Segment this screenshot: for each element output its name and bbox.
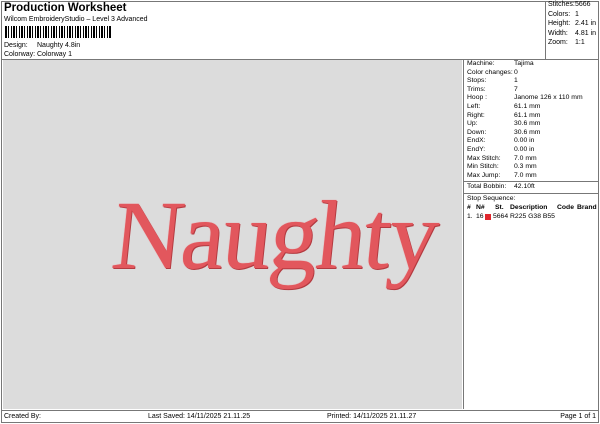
row-description: R225 G38 B55 bbox=[510, 212, 555, 220]
detail-row: Left: 61.1 mm bbox=[464, 103, 599, 112]
detail-row: Max Stitch: 7.0 mm bbox=[464, 155, 599, 164]
detail-label: Max Stitch: bbox=[467, 154, 501, 162]
detail-row: Up: 30.6 mm bbox=[464, 120, 599, 129]
detail-label: Stops: bbox=[467, 77, 487, 85]
stat-value: 5666 bbox=[575, 1, 591, 8]
embroidery-design-text: Naughty bbox=[107, 182, 443, 290]
barcode bbox=[5, 26, 111, 38]
design-preview: Naughty bbox=[3, 60, 462, 409]
stat-label: Stitches: bbox=[548, 1, 575, 8]
row-stitches: 5664 bbox=[493, 212, 509, 220]
detail-value: 7 bbox=[514, 85, 518, 93]
col-needle: N# bbox=[476, 203, 485, 211]
stat-label: Width: bbox=[548, 29, 568, 37]
stop-sequence-row: 1. 16 5664 R225 G38 B55 bbox=[464, 213, 599, 222]
detail-row: EndY: 0.00 in bbox=[464, 146, 599, 155]
detail-label: Total Bobbin: bbox=[467, 183, 507, 191]
detail-label: Machine: bbox=[467, 60, 495, 67]
detail-label: EndX: bbox=[467, 137, 486, 145]
page-number: Page 1 of 1 bbox=[560, 413, 596, 420]
detail-value: 0.00 in bbox=[514, 145, 535, 153]
detail-label: Color changes: bbox=[467, 68, 513, 76]
design-value: Naughty 4.8in bbox=[37, 42, 81, 49]
color-swatch bbox=[485, 213, 491, 220]
detail-value: 42.10ft bbox=[514, 183, 535, 191]
detail-value: Tajima bbox=[514, 60, 534, 67]
row-needle: 16 bbox=[476, 212, 484, 220]
stat-row: Width: 4.81 in bbox=[546, 30, 599, 40]
detail-row: EndX: 0.00 in bbox=[464, 137, 599, 146]
created-by: Created By: bbox=[4, 413, 41, 420]
stat-row: Stitches: 5666 bbox=[546, 1, 599, 11]
detail-value: 30.6 mm bbox=[514, 120, 541, 128]
detail-row: Min Stitch: 0.3 mm bbox=[464, 163, 599, 172]
detail-row: Down: 30.6 mm bbox=[464, 129, 599, 138]
design-field: Design: Naughty 4.8in bbox=[4, 42, 80, 49]
stop-sequence-header: # N# St. Description Code Brand bbox=[464, 204, 599, 213]
last-saved: Last Saved: 14/11/2025 21.11.25 bbox=[148, 413, 251, 420]
detail-value: 1 bbox=[514, 77, 518, 85]
detail-value: 61.1 mm bbox=[514, 102, 541, 110]
software-name: Wilcom EmbroideryStudio – Level 3 Advanc… bbox=[4, 16, 148, 23]
footer: Created By: Last Saved: 14/11/2025 21.11… bbox=[1, 410, 599, 423]
detail-label: Trims: bbox=[467, 85, 486, 93]
stats-box: Stitches: 5666 Colors: 1 Height: 2.41 in Wi… bbox=[545, 1, 599, 59]
stat-row: Height: 2.41 in bbox=[546, 20, 599, 30]
detail-label: Min Stitch: bbox=[467, 163, 499, 171]
detail-row: Right: 61.1 mm bbox=[464, 112, 599, 121]
details-panel: Machine: Tajima Color changes: 0 Stops: 1 Trim… bbox=[463, 60, 599, 409]
row-index: 1. bbox=[467, 212, 473, 220]
detail-value: 30.6 mm bbox=[514, 128, 541, 136]
detail-value: 0.00 in bbox=[514, 137, 535, 145]
stat-value: 1:1 bbox=[575, 39, 585, 46]
detail-row: Hoop : Janome 126 x 110 mm bbox=[464, 94, 599, 103]
detail-row: Max Jump: 7.0 mm bbox=[464, 172, 599, 181]
col-code: Code bbox=[557, 203, 574, 211]
detail-value: 0.3 mm bbox=[514, 163, 537, 171]
colorway-label: Colorway: bbox=[4, 51, 36, 58]
col-description: Description bbox=[510, 203, 548, 211]
page-title: Production Worksheet bbox=[4, 2, 127, 14]
detail-row: Color changes: 0 bbox=[464, 69, 599, 78]
col-stitches: St. bbox=[495, 203, 504, 211]
detail-value: 0 bbox=[514, 68, 518, 76]
detail-row: Total Bobbin: 42.10ft bbox=[464, 183, 599, 192]
stat-row: Zoom: 1:1 bbox=[546, 39, 599, 49]
col-brand: Brand bbox=[577, 203, 597, 211]
detail-label: EndY: bbox=[467, 145, 486, 153]
detail-label: Max Jump: bbox=[467, 171, 501, 179]
detail-label: Down: bbox=[467, 128, 487, 136]
colorway-field: Colorway: Colorway 1 bbox=[4, 51, 72, 58]
stat-value: 2.41 in bbox=[575, 20, 597, 27]
detail-label: Hoop : bbox=[467, 94, 488, 102]
detail-row: Machine: Tajima bbox=[464, 60, 599, 69]
stat-value: 4.81 in bbox=[575, 29, 597, 37]
stat-value: 1 bbox=[575, 10, 579, 18]
detail-value: Janome 126 x 110 mm bbox=[514, 94, 583, 102]
detail-value: 61.1 mm bbox=[514, 111, 541, 119]
col-index: # bbox=[467, 203, 471, 211]
detail-label: Left: bbox=[467, 102, 481, 110]
design-label: Design: bbox=[4, 42, 28, 49]
detail-label: Up: bbox=[467, 120, 478, 128]
stat-row: Colors: 1 bbox=[546, 11, 599, 21]
detail-row: Stops: 1 bbox=[464, 77, 599, 86]
stat-label: Colors: bbox=[548, 10, 571, 18]
stat-label: Zoom: bbox=[548, 39, 568, 46]
stop-sequence-title: Stop Sequence: bbox=[467, 194, 516, 202]
colorway-value: Colorway 1 bbox=[37, 51, 73, 58]
detail-value: 7.0 mm bbox=[514, 154, 537, 162]
printed-date: Printed: 14/11/2025 21.11.27 bbox=[327, 413, 417, 420]
detail-label: Right: bbox=[467, 111, 485, 119]
stat-label: Height: bbox=[548, 20, 571, 27]
detail-row: Trims: 7 bbox=[464, 86, 599, 95]
detail-value: 7.0 mm bbox=[514, 171, 537, 179]
